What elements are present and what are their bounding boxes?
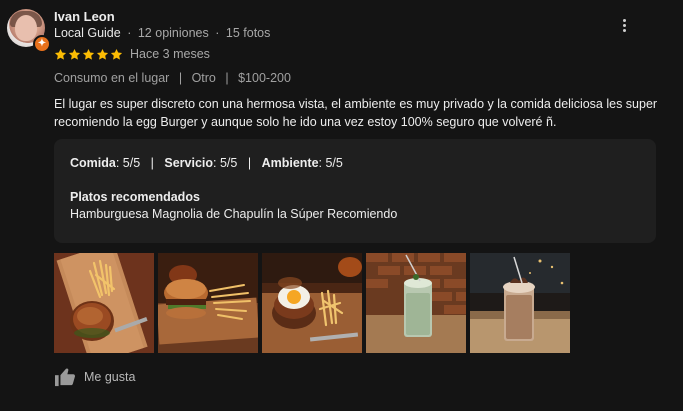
attr-food-label: Comida bbox=[70, 156, 116, 170]
subline-separator: · bbox=[127, 26, 132, 40]
review-photo[interactable] bbox=[262, 253, 362, 353]
star-icon bbox=[96, 48, 109, 60]
price-range: $100-200 bbox=[238, 71, 291, 85]
review-photo[interactable] bbox=[470, 253, 570, 353]
attr-food-value: : 5/5 bbox=[115, 156, 141, 170]
star-icon bbox=[54, 48, 67, 60]
local-guide-badge-icon: ✦ bbox=[33, 35, 51, 53]
attr-ambience-label: Ambiente bbox=[261, 156, 319, 170]
attr-ambience-value: : 5/5 bbox=[318, 156, 343, 170]
attr-service-label: Servicio bbox=[164, 156, 214, 170]
attribute-ratings: Comida: 5/5 | Servicio: 5/5 | Ambiente: … bbox=[70, 156, 640, 170]
attr-separator: | bbox=[247, 156, 252, 170]
reviewer-name[interactable]: Ivan Leon bbox=[54, 9, 115, 24]
service-type: Consumo en el lugar bbox=[54, 71, 170, 85]
photo-count: 15 fotos bbox=[225, 26, 271, 40]
star-icon bbox=[110, 48, 123, 60]
like-label: Me gusta bbox=[84, 370, 136, 384]
star-icon bbox=[68, 48, 81, 60]
review-count: 12 opiniones bbox=[137, 26, 209, 40]
like-button[interactable]: Me gusta bbox=[54, 367, 135, 387]
attr-service-value: : 5/5 bbox=[213, 156, 238, 170]
visit-meta: Consumo en el lugar | Otro | $100-200 bbox=[54, 71, 291, 85]
star-rating bbox=[54, 48, 123, 61]
reviewer-subline: Local Guide · 12 opiniones · 15 fotos bbox=[54, 26, 270, 40]
review-photo[interactable] bbox=[366, 253, 466, 353]
thumb-up-icon bbox=[55, 368, 75, 387]
meta-separator: | bbox=[178, 71, 183, 85]
review-photos bbox=[54, 253, 570, 353]
review-time: Hace 3 meses bbox=[130, 47, 210, 61]
attr-separator: | bbox=[150, 156, 154, 170]
review-details-card: Comida: 5/5 | Servicio: 5/5 | Ambiente: … bbox=[54, 139, 656, 243]
rating-row: Hace 3 meses bbox=[54, 47, 210, 61]
recommended-dishes-value: Hamburguesa Magnolia de Chapulín la Súpe… bbox=[70, 207, 398, 221]
avatar-face bbox=[15, 15, 37, 41]
review-photo[interactable] bbox=[158, 253, 258, 353]
review-photo[interactable] bbox=[54, 253, 154, 353]
more-vert-icon[interactable] bbox=[614, 14, 634, 36]
local-guide-label: Local Guide bbox=[54, 26, 121, 40]
star-icon bbox=[82, 48, 95, 60]
meta-separator: | bbox=[225, 71, 229, 85]
review-card: ✦ Ivan Leon Local Guide · 12 opiniones ·… bbox=[0, 0, 683, 411]
subline-separator: · bbox=[215, 26, 220, 40]
review-text: El lugar es super discreto con una hermo… bbox=[54, 97, 658, 129]
avatar[interactable]: ✦ bbox=[7, 9, 51, 53]
recommended-dishes-title: Platos recomendados bbox=[70, 190, 200, 204]
meal-type: Otro bbox=[191, 71, 216, 85]
